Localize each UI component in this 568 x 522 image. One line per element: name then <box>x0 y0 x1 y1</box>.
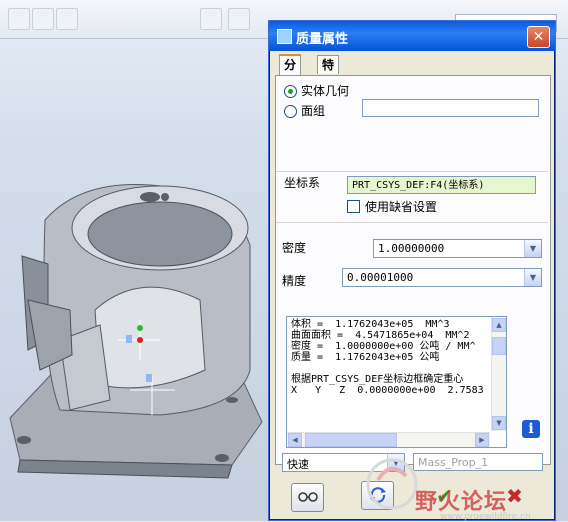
quilt-field[interactable] <box>362 99 539 117</box>
tab-feature[interactable]: 特征 <box>317 55 340 90</box>
precision-value: 0.00001000 <box>347 271 414 284</box>
solid-geometry-label: 实体几何 <box>301 84 350 98</box>
density-value: 1.00000000 <box>378 242 445 255</box>
scroll-thumb[interactable] <box>492 337 506 355</box>
density-label: 密度 <box>282 241 307 255</box>
chevron-down-icon[interactable]: ▼ <box>524 240 541 257</box>
info-icon[interactable]: i <box>522 420 540 438</box>
repeat-button[interactable] <box>361 481 394 510</box>
close-button[interactable]: ✕ <box>527 26 550 48</box>
use-default-checkbox[interactable] <box>347 200 360 213</box>
scroll-thumb[interactable] <box>305 433 397 447</box>
horizontal-scrollbar[interactable]: ◀ ▶ <box>287 432 490 447</box>
solid-geometry-radio[interactable] <box>284 85 297 98</box>
refresh-icon <box>369 487 386 503</box>
quilt-label: 面组 <box>301 104 326 118</box>
precision-combo[interactable]: 0.00001000 ▼ <box>342 268 542 287</box>
quilt-radio[interactable] <box>284 105 297 118</box>
results-text-area[interactable]: 体积 = 1.1762043e+05 MM^3 曲面面积 = 4.5471865… <box>286 316 507 448</box>
scroll-right-icon[interactable]: ▶ <box>475 433 489 447</box>
precision-label: 精度 <box>282 274 307 288</box>
window-icon <box>277 29 292 44</box>
glasses-icon <box>297 492 318 502</box>
analysis-panel: 实体几何 面组 坐标系 PRT_CSYS_DEF:F4(坐标系) 使用缺省设置 … <box>275 75 551 472</box>
results-text: 体积 = 1.1762043e+05 MM^3 曲面面积 = 4.5471865… <box>291 319 484 396</box>
preview-button[interactable] <box>291 483 324 512</box>
model-viewport[interactable] <box>0 160 270 500</box>
csys-field[interactable]: PRT_CSYS_DEF:F4(坐标系) <box>347 176 536 194</box>
dialog-title: 质量属性 <box>296 32 349 47</box>
scroll-up-icon[interactable]: ▲ <box>492 318 506 332</box>
toolbar-button[interactable] <box>228 8 250 30</box>
mass-properties-dialog: 质量属性 ✕ 分析 特征 实体几何 面组 坐标系 PRT_CSYS_DEF:F4… <box>268 20 556 521</box>
csys-label: 坐标系 <box>284 176 321 190</box>
cross-icon: ✖ <box>506 484 523 508</box>
scroll-left-icon[interactable]: ◀ <box>288 433 302 447</box>
toolbar-button[interactable] <box>56 8 78 30</box>
density-combo[interactable]: 1.00000000 ▼ <box>373 239 542 258</box>
dialog-titlebar[interactable]: 质量属性 ✕ <box>269 21 555 51</box>
toolbar-button[interactable] <box>200 8 222 30</box>
toolbar-button[interactable] <box>8 8 30 30</box>
divider <box>276 222 548 223</box>
chevron-down-icon[interactable]: ▼ <box>524 269 541 286</box>
tab-analysis[interactable]: 分析 <box>279 54 302 90</box>
scroll-down-icon[interactable]: ▼ <box>492 416 506 430</box>
vertical-scrollbar[interactable]: ▲ ▼ <box>491 317 506 431</box>
divider <box>276 171 548 172</box>
toolbar-button[interactable] <box>32 8 54 30</box>
use-default-label: 使用缺省设置 <box>365 200 438 214</box>
